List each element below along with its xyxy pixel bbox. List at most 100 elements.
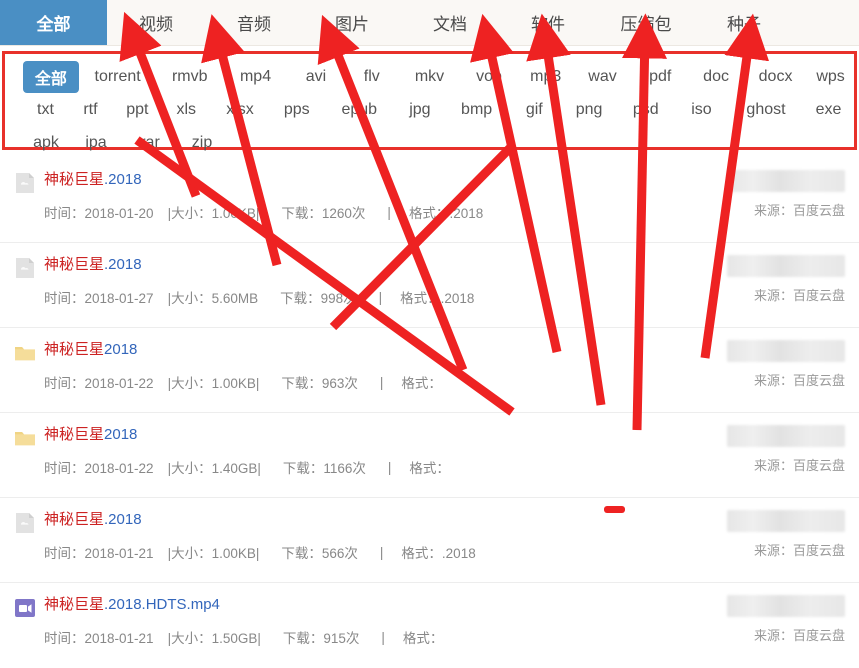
meta-time: 时间：2018-01-22 <box>44 457 154 477</box>
result-title-rest: .2018 <box>104 171 142 188</box>
tab-document[interactable]: 文档 <box>401 0 499 45</box>
meta-size: |大小：1.50GB| <box>168 627 261 647</box>
format-filter-zip[interactable]: zip <box>177 134 227 152</box>
format-filter-exe[interactable]: exe <box>803 101 854 119</box>
format-filter-mp3[interactable]: mp3 <box>519 68 573 86</box>
meta-downloads-unit: 次 <box>344 546 358 561</box>
meta-size: |大小：5.60MB <box>168 287 259 307</box>
format-filter-wav[interactable]: wav <box>573 68 632 86</box>
meta-time-label: 时间： <box>44 206 85 221</box>
meta-downloads: 下载：998次 <box>280 287 357 307</box>
format-filter-rmvb[interactable]: rmvb <box>156 68 223 86</box>
format-filter-mkv[interactable]: mkv <box>400 68 459 86</box>
meta-size: |大小：1.00KB| <box>168 202 260 222</box>
format-filter-psd[interactable]: psd <box>617 101 674 119</box>
format-filter-iso[interactable]: iso <box>674 101 729 119</box>
result-title-rest: .2018 <box>104 256 142 273</box>
result-title-highlight: 神秘巨星 <box>44 171 105 188</box>
tab-image[interactable]: 图片 <box>303 0 401 45</box>
meta-size-label: |大小： <box>167 376 212 391</box>
meta-downloads-value: 998 <box>320 291 344 306</box>
format-filter-pps[interactable]: pps <box>269 101 324 119</box>
format-filter-ipa[interactable]: ipa <box>69 134 123 152</box>
tab-label: 音频 <box>237 15 271 34</box>
tab-archive[interactable]: 压缩包 <box>597 0 695 45</box>
meta-format-label: 格式： <box>409 461 450 476</box>
meta-format: 格式：.2018 <box>409 202 483 222</box>
format-filter-png[interactable]: png <box>561 101 618 119</box>
meta-size-label: |大小： <box>167 291 212 306</box>
result-source-block: 来源：百度云盘 <box>721 170 845 219</box>
meta-size-value: 1.40GB| <box>211 461 261 476</box>
redacted-bar <box>727 170 845 192</box>
result-item[interactable]: 神秘巨星2018 时间：2018-01-22 |大小：1.40GB| 下载：1166次… <box>0 413 859 498</box>
tab-all[interactable]: 全部 <box>0 0 107 45</box>
result-item[interactable]: 神秘巨星2018 时间：2018-01-22 |大小：1.00KB| 下载：963次 |… <box>0 328 859 413</box>
filter-row-2: txt rtf ppt xls xlsx pps epub jpg bmp gif png psd is… <box>5 93 854 126</box>
meta-size-value: 1.00KB| <box>211 206 260 221</box>
format-filter-xlsx[interactable]: xlsx <box>211 101 270 119</box>
source-label: 来源：百度云盘 <box>753 628 845 643</box>
meta-downloads: 下载：963次 <box>281 372 358 392</box>
meta-downloads-unit: 次 <box>344 376 358 391</box>
result-item[interactable]: 神秘巨星.2018.HDTS.mp4 时间：2018-01-21 |大小：1.50G… <box>0 583 859 668</box>
format-filter-rar[interactable]: rar <box>123 134 177 152</box>
format-filter-ghost[interactable]: ghost <box>729 101 803 119</box>
tab-audio[interactable]: 音频 <box>205 0 303 45</box>
meta-time: 时间：2018-01-22 <box>44 372 154 392</box>
format-filter-xls[interactable]: xls <box>162 101 211 119</box>
format-filter-docx[interactable]: docx <box>744 68 807 86</box>
format-filter-gif[interactable]: gif <box>508 101 561 119</box>
meta-downloads-unit: 次 <box>345 631 360 646</box>
result-item[interactable]: 神秘巨星.2018 时间：2018-01-20 |大小：1.00KB| 下载：1260… <box>0 158 859 243</box>
meta-separator: | <box>387 204 391 220</box>
format-filter-torrent[interactable]: torrent <box>79 68 157 86</box>
meta-size: |大小：1.40GB| <box>168 457 261 477</box>
format-filter-txt[interactable]: txt <box>23 101 68 119</box>
meta-downloads-unit: 次 <box>351 206 366 221</box>
tab-software[interactable]: 软件 <box>499 0 597 45</box>
tab-torrent[interactable]: 种子 <box>695 0 793 45</box>
tab-label: 视频 <box>139 15 173 34</box>
meta-downloads-label: 下载： <box>281 206 322 221</box>
redacted-bar <box>727 340 845 362</box>
result-source-block: 来源：百度云盘 <box>721 510 845 559</box>
meta-downloads-unit: 次 <box>343 291 357 306</box>
format-filter-ppt[interactable]: ppt <box>113 101 162 119</box>
format-filter-bmp[interactable]: bmp <box>445 101 508 119</box>
format-filter-mp4[interactable]: mp4 <box>223 68 288 86</box>
cloud-file-icon <box>14 512 36 534</box>
meta-time: 时间：2018-01-21 <box>44 627 154 647</box>
format-filter-doc[interactable]: doc <box>688 68 744 86</box>
video-icon <box>14 597 36 619</box>
cloud-file-icon <box>14 257 36 279</box>
redacted-bar <box>727 595 845 617</box>
redacted-bar <box>727 255 845 277</box>
format-filter-jpg[interactable]: jpg <box>394 101 445 119</box>
meta-format: 格式：.2018 <box>400 287 474 307</box>
meta-time-label: 时间： <box>44 461 85 476</box>
result-source-block: 来源：百度云盘 <box>721 425 845 474</box>
meta-size: |大小：1.00KB| <box>168 372 260 392</box>
format-filter-apk[interactable]: apk <box>23 134 69 152</box>
format-filter-vob[interactable]: vob <box>459 68 518 86</box>
format-filter-avi[interactable]: avi <box>288 68 344 86</box>
result-title-rest: .2018 <box>104 511 142 528</box>
meta-time-label: 时间： <box>44 376 85 391</box>
meta-time-value: 2018-01-27 <box>84 291 154 306</box>
result-item[interactable]: 神秘巨星.2018 时间：2018-01-21 |大小：1.00KB| 下载：566次… <box>0 498 859 583</box>
tab-video[interactable]: 视频 <box>107 0 205 45</box>
format-filter-wps[interactable]: wps <box>807 68 854 86</box>
meta-time: 时间：2018-01-27 <box>44 287 154 307</box>
meta-separator: | <box>387 459 392 475</box>
meta-format: 格式： <box>403 627 444 647</box>
format-filter-pdf[interactable]: pdf <box>632 68 688 86</box>
meta-time: 时间：2018-01-20 <box>44 202 154 222</box>
format-filter-rtf[interactable]: rtf <box>68 101 113 119</box>
result-item[interactable]: 神秘巨星.2018 时间：2018-01-27 |大小：5.60MB 下载：998次 |… <box>0 243 859 328</box>
format-filter-epub[interactable]: epub <box>324 101 394 119</box>
format-filter-flv[interactable]: flv <box>344 68 400 86</box>
meta-format-value: .2018 <box>440 291 475 306</box>
format-filter-全部[interactable]: 全部 <box>23 60 79 93</box>
meta-format: 格式： <box>401 372 442 392</box>
